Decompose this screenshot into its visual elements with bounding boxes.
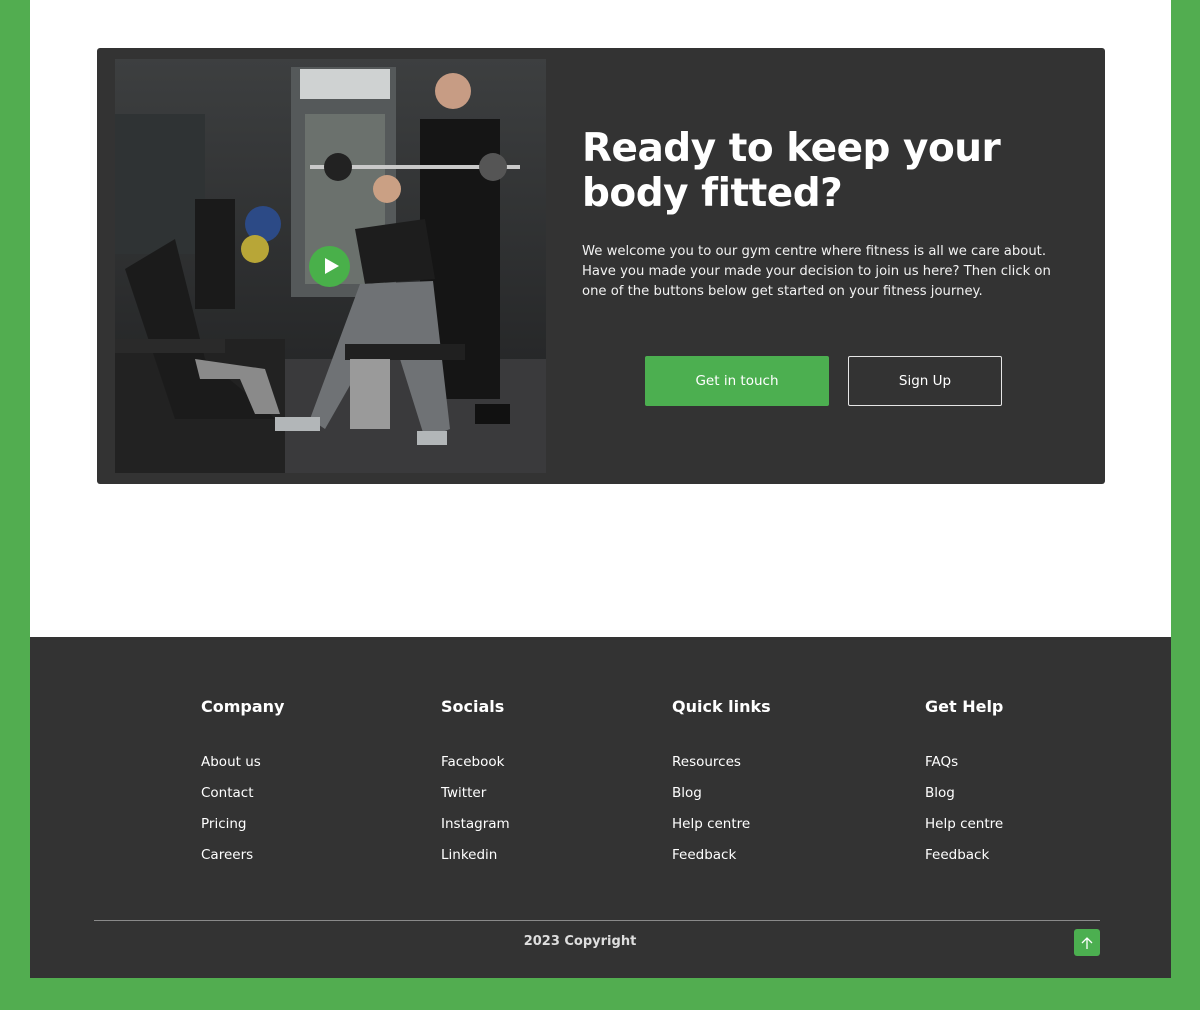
footer-link-instagram[interactable]: Instagram: [441, 809, 510, 840]
footer-link-help-centre[interactable]: Help centre: [925, 809, 1003, 840]
footer-heading: Company: [201, 697, 285, 716]
footer-heading: Quick links: [672, 697, 771, 716]
play-video-button[interactable]: [309, 246, 350, 287]
footer-link-help-centre[interactable]: Help centre: [672, 809, 771, 840]
footer-column-socials: Socials Facebook Twitter Instagram Linke…: [441, 695, 510, 871]
footer-divider: [94, 920, 1100, 921]
footer-link-contact[interactable]: Contact: [201, 778, 284, 809]
sign-up-button[interactable]: Sign Up: [848, 356, 1002, 406]
footer-column-get-help: Get Help FAQs Blog Help centre Feedback: [925, 695, 1003, 871]
footer: Company About us Contact Pricing Careers…: [30, 637, 1171, 978]
gym-photo: [115, 59, 546, 473]
footer-link-feedback[interactable]: Feedback: [925, 840, 1003, 871]
cta-title: Ready to keep your body fitted?: [582, 126, 1001, 216]
footer-heading: Socials: [441, 697, 505, 716]
cta-description: We welcome you to our gym centre where f…: [582, 244, 1051, 299]
cta-section: Ready to keep your body fitted? We welco…: [97, 48, 1105, 484]
footer-column-company: Company About us Contact Pricing Careers: [201, 695, 284, 871]
footer-link-twitter[interactable]: Twitter: [441, 778, 510, 809]
footer-link-linkedin[interactable]: Linkedin: [441, 840, 510, 871]
back-to-top-button[interactable]: [1074, 929, 1100, 956]
page: Ready to keep your body fitted? We welco…: [30, 0, 1171, 978]
footer-link-pricing[interactable]: Pricing: [201, 809, 284, 840]
footer-heading: Get Help: [925, 697, 1004, 716]
footer-column-quick-links: Quick links Resources Blog Help centre F…: [672, 695, 771, 871]
footer-link-facebook[interactable]: Facebook: [441, 747, 510, 778]
copyright-text: 2023 Copyright: [523, 934, 637, 949]
footer-link-about-us[interactable]: About us: [201, 747, 284, 778]
footer-link-careers[interactable]: Careers: [201, 840, 284, 871]
footer-link-blog[interactable]: Blog: [925, 778, 1003, 809]
footer-link-feedback[interactable]: Feedback: [672, 840, 771, 871]
footer-link-resources[interactable]: Resources: [672, 747, 771, 778]
arrow-up-icon: [1081, 936, 1093, 949]
footer-link-blog[interactable]: Blog: [672, 778, 771, 809]
get-in-touch-button[interactable]: Get in touch: [645, 356, 829, 406]
footer-link-faqs[interactable]: FAQs: [925, 747, 1003, 778]
